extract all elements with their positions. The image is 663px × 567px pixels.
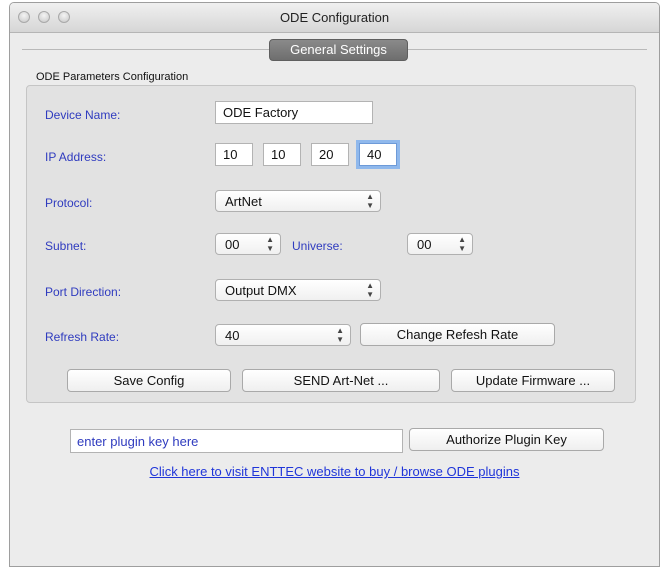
universe-value: 00: [417, 237, 432, 252]
send-artnet-button[interactable]: SEND Art-Net ...: [242, 369, 440, 392]
updown-arrows-icon: ▲ ▼: [266, 235, 274, 253]
subnet-select[interactable]: 00 ▲ ▼: [215, 233, 281, 255]
protocol-label: Protocol:: [45, 196, 93, 210]
ip-octet-3[interactable]: 20: [311, 143, 349, 166]
refresh-rate-select[interactable]: 40 ▲ ▼: [215, 324, 351, 346]
app-window: ODE Configuration General Settings ODE P…: [9, 2, 660, 567]
updown-arrows-icon: ▲ ▼: [458, 235, 466, 253]
refresh-rate-value: 40: [225, 328, 240, 343]
subnet-value: 00: [225, 237, 240, 252]
port-direction-value: Output DMX: [225, 283, 297, 298]
title-bar: ODE Configuration: [10, 3, 659, 33]
universe-label: Universe:: [292, 239, 343, 253]
device-name-label: Device Name:: [45, 108, 121, 122]
port-direction-label: Port Direction:: [45, 285, 122, 299]
ip-octet-1[interactable]: 10: [215, 143, 253, 166]
authorize-plugin-key-button[interactable]: Authorize Plugin Key: [409, 428, 604, 451]
enttec-website-link[interactable]: Click here to visit ENTTEC website to bu…: [10, 464, 659, 479]
updown-arrows-icon: ▲ ▼: [366, 281, 374, 299]
updown-arrows-icon: ▲ ▼: [366, 192, 374, 210]
ip-address-label: IP Address:: [45, 150, 107, 164]
protocol-value: ArtNet: [225, 194, 262, 209]
group-title: ODE Parameters Configuration: [36, 71, 189, 83]
window-title: ODE Configuration: [279, 10, 390, 25]
change-refresh-rate-button[interactable]: Change Refesh Rate: [360, 323, 555, 346]
parameters-group: Device Name: ODE Factory IP Address: 10 …: [26, 85, 636, 403]
plugin-key-input[interactable]: enter plugin key here: [70, 429, 403, 453]
subnet-label: Subnet:: [45, 239, 87, 253]
updown-arrows-icon: ▲ ▼: [336, 326, 344, 344]
protocol-select[interactable]: ArtNet ▲ ▼: [215, 190, 381, 212]
update-firmware-button[interactable]: Update Firmware ...: [451, 369, 615, 392]
port-direction-select[interactable]: Output DMX ▲ ▼: [215, 279, 381, 301]
ip-octet-4[interactable]: 40: [359, 143, 397, 166]
device-name-field[interactable]: ODE Factory: [215, 101, 373, 124]
universe-select[interactable]: 00 ▲ ▼: [407, 233, 473, 255]
refresh-rate-label: Refresh Rate:: [45, 330, 120, 344]
ip-octet-2[interactable]: 10: [263, 143, 301, 166]
tab-general-settings[interactable]: General Settings: [269, 39, 408, 61]
save-config-button[interactable]: Save Config: [67, 369, 231, 392]
